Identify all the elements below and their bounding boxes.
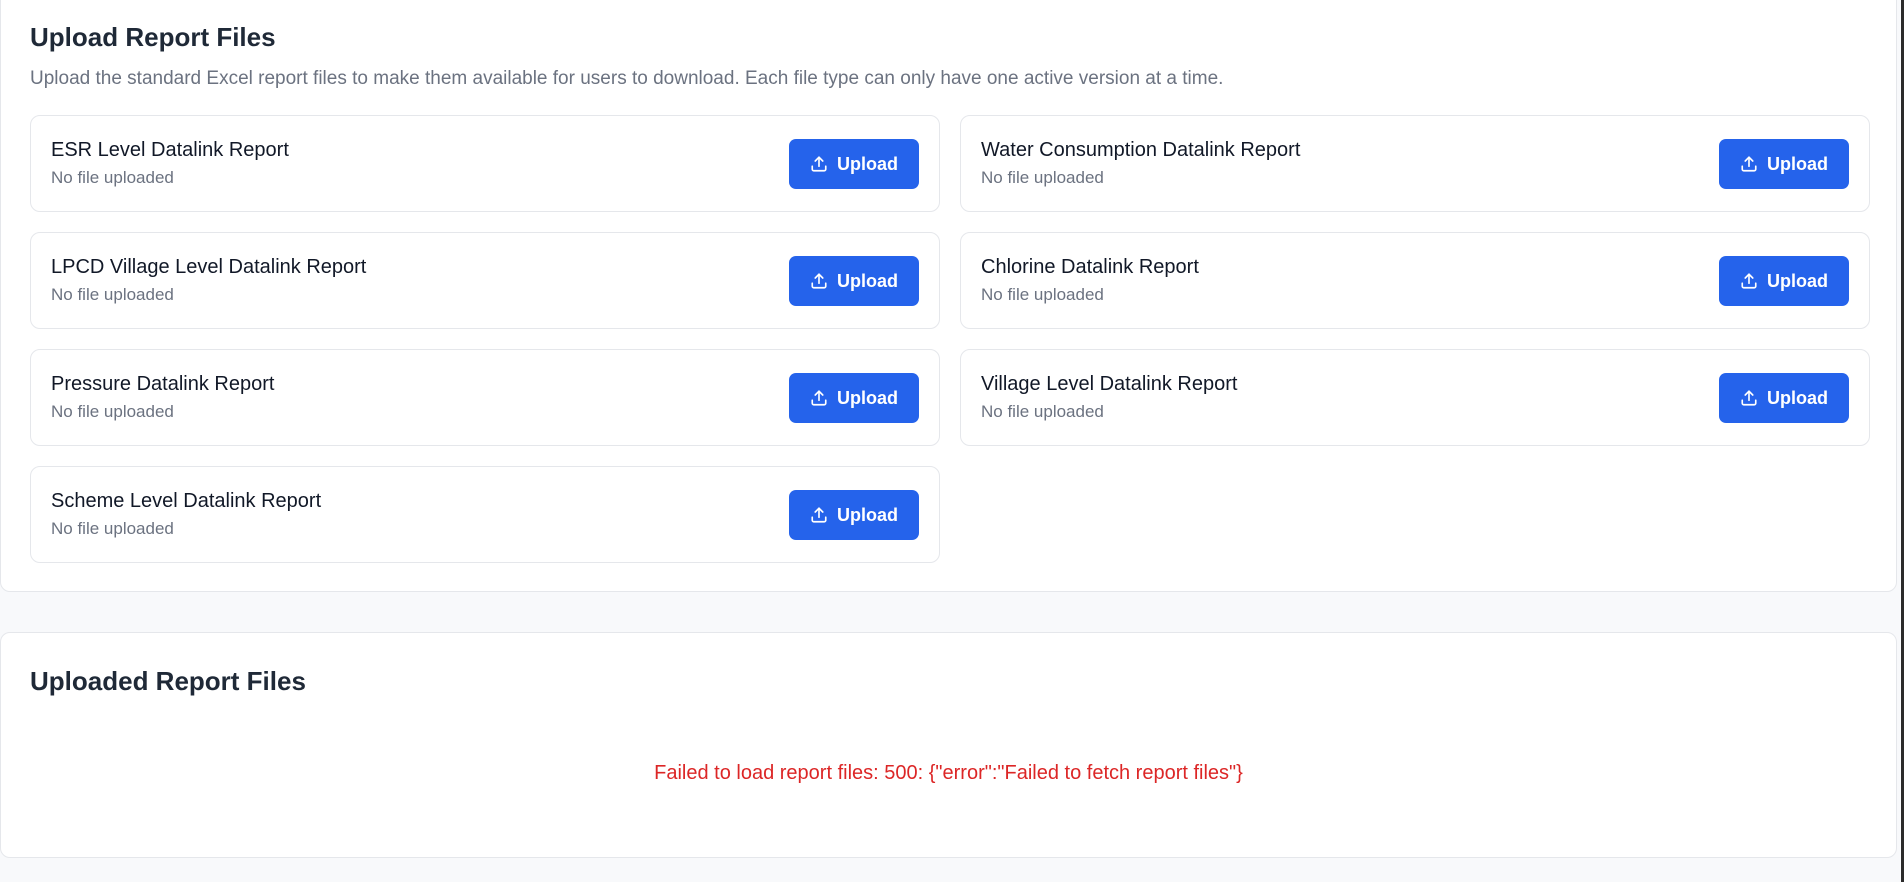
report-status: No file uploaded [51, 519, 174, 538]
upload-button[interactable]: Upload [1719, 373, 1849, 423]
upload-button-label: Upload [1767, 153, 1828, 174]
report-name: Chlorine Datalink Report [981, 256, 1199, 278]
upload-button[interactable]: Upload [789, 373, 919, 423]
report-card-pressure: Pressure Datalink Report No file uploade… [30, 349, 940, 446]
upload-icon [811, 273, 827, 289]
upload-button[interactable]: Upload [1719, 139, 1849, 189]
report-name: Pressure Datalink Report [51, 373, 275, 395]
report-card-lpcd-village-level: LPCD Village Level Datalink Report No fi… [30, 232, 940, 329]
upload-icon [811, 390, 827, 406]
upload-icon [1741, 156, 1757, 172]
upload-button-label: Upload [1767, 270, 1828, 291]
report-card-esr-level: ESR Level Datalink Report No file upload… [30, 115, 940, 212]
report-card-water-consumption: Water Consumption Datalink Report No fil… [960, 115, 1870, 212]
report-status: No file uploaded [981, 168, 1104, 187]
error-message: Failed to load report files: 500: {"erro… [654, 762, 1243, 784]
upload-section-title: Upload Report Files [30, 22, 276, 52]
report-status: No file uploaded [981, 285, 1104, 304]
report-status: No file uploaded [51, 402, 174, 421]
uploaded-section-title: Uploaded Report Files [30, 666, 306, 696]
report-name: Water Consumption Datalink Report [981, 139, 1301, 161]
upload-button-label: Upload [837, 504, 898, 525]
report-status: No file uploaded [981, 402, 1104, 421]
page: Upload Report Files Upload the standard … [0, 0, 1904, 882]
report-name: Scheme Level Datalink Report [51, 490, 322, 512]
upload-section-description: Upload the standard Excel report files t… [30, 68, 1224, 89]
upload-button-label: Upload [837, 387, 898, 408]
uploaded-report-files-panel: Uploaded Report Files Failed to load rep… [0, 632, 1897, 858]
upload-icon [811, 507, 827, 523]
report-card-chlorine: Chlorine Datalink Report No file uploade… [960, 232, 1870, 329]
upload-button[interactable]: Upload [789, 256, 919, 306]
report-card-village-level: Village Level Datalink Report No file up… [960, 349, 1870, 446]
report-status: No file uploaded [51, 285, 174, 304]
report-name: Village Level Datalink Report [981, 373, 1238, 395]
upload-button-label: Upload [1767, 387, 1828, 408]
upload-icon [1741, 273, 1757, 289]
report-name: LPCD Village Level Datalink Report [51, 256, 367, 278]
report-name: ESR Level Datalink Report [51, 139, 289, 161]
upload-button-label: Upload [837, 270, 898, 291]
upload-report-files-panel: Upload Report Files Upload the standard … [0, 0, 1897, 592]
upload-button[interactable]: Upload [789, 139, 919, 189]
upload-button[interactable]: Upload [789, 490, 919, 540]
report-status: No file uploaded [51, 168, 174, 187]
upload-button-label: Upload [837, 153, 898, 174]
upload-button[interactable]: Upload [1719, 256, 1849, 306]
report-card-scheme-level: Scheme Level Datalink Report No file upl… [30, 466, 940, 563]
upload-icon [811, 156, 827, 172]
upload-icon [1741, 390, 1757, 406]
